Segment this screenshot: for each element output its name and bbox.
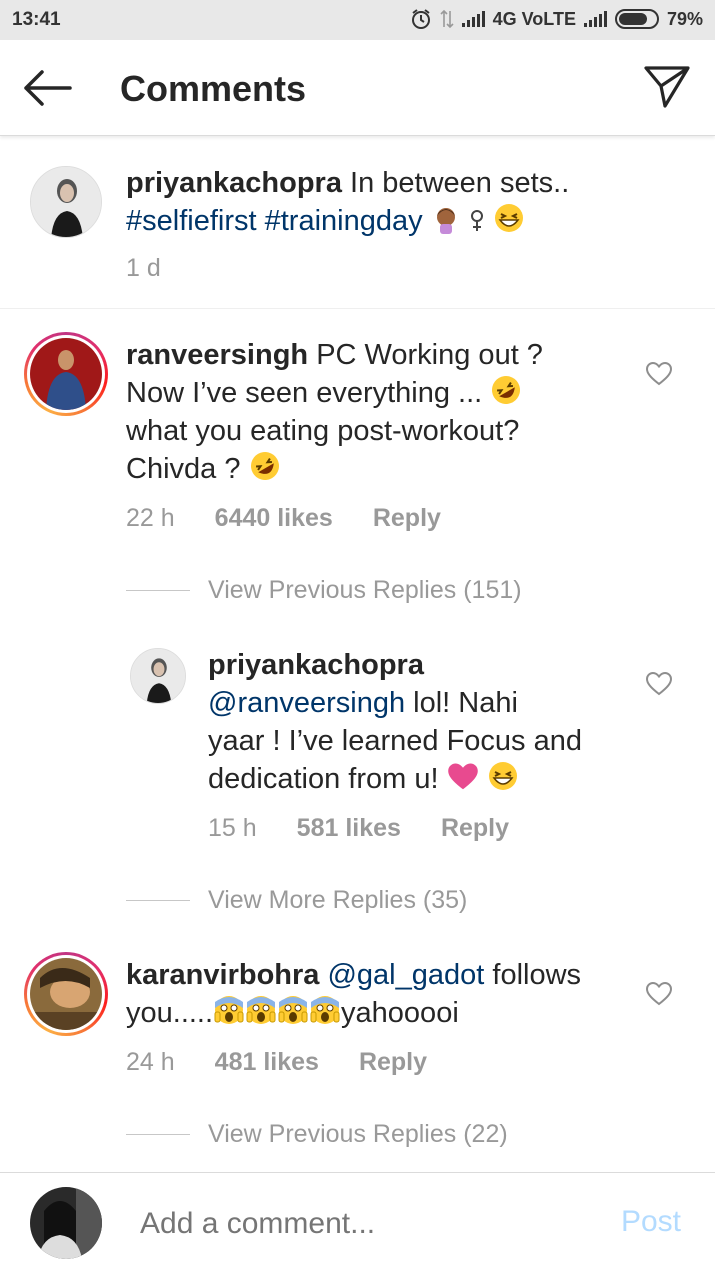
current-user-avatar [30,1187,102,1259]
comment-text-ranveersingh: ranveersingh PC Working out ? Now I’ve s… [126,336,626,488]
screaming-face-emoji-icon [278,996,308,1024]
back-arrow-icon[interactable] [20,68,74,108]
signal-strength-icon-2 [583,11,607,27]
comment-composer: Post [0,1172,715,1271]
screaming-face-emoji-icon [246,996,276,1024]
status-bar: 13:41 4G VoLTE 79% [0,0,715,40]
status-time: 13:41 [12,9,61,30]
view-replies-label: View More Replies (35) [208,886,468,914]
comment-line: what you eating post-workout? [126,415,520,447]
rolling-laughing-emoji-icon [492,376,521,404]
reply-button[interactable]: Reply [373,504,441,533]
like-heart-icon[interactable] [646,672,672,696]
comment-line: yaar ! I’ve learned Focus and [208,725,582,757]
replies-line [126,900,190,901]
comment-username[interactable]: ranveersingh [126,339,308,371]
caption-timestamp: 1 d [126,254,161,282]
caption-divider [0,308,715,309]
post-button[interactable]: Post [621,1205,681,1239]
profile-photo-icon [30,1187,102,1259]
caption-hashtags[interactable]: #selfiefirst #trainingday [126,205,423,237]
comment-username[interactable]: priyankachopra [208,649,424,681]
view-replies-button[interactable]: View Previous Replies (151) [126,576,522,605]
comment-meta: 15 h 581 likes Reply [208,814,509,843]
reply-button[interactable]: Reply [441,814,509,843]
caption-username[interactable]: priyankachopra [126,167,342,199]
page-title: Comments [120,68,307,109]
header-bar: Comments [0,40,715,136]
comment-timestamp: 22 h [126,504,175,532]
comment-likes[interactable]: 6440 likes [215,504,333,533]
view-replies-label: View Previous Replies (22) [208,1120,508,1148]
comment-line: Chivda ? [126,453,241,485]
comment-timestamp: 24 h [126,1048,175,1076]
view-replies-button[interactable]: View Previous Replies (22) [126,1120,508,1149]
grinning-squinting-emoji-icon [488,762,517,790]
reply-avatar-priyankachopra[interactable] [130,648,186,704]
comment-text-karanvirbohra: karanvirbohra @gal_gadot follows you....… [126,956,626,1032]
reply-button[interactable]: Reply [359,1048,427,1077]
person-facepalming-emoji-icon [436,208,455,234]
pink-heart-emoji-icon [447,763,478,790]
profile-photo-icon [131,649,185,703]
comment-line: you..... [126,997,214,1029]
comment-line: PC Working out ? [316,339,543,371]
data-transfer-icon [440,9,454,29]
comment-timestamp: 15 h [208,814,257,842]
comment-line: dedication from u! [208,763,439,795]
like-heart-icon[interactable] [646,982,672,1006]
mention-link[interactable]: @gal_gadot [327,959,484,991]
comment-meta: 24 h 481 likes Reply [126,1048,427,1077]
caption-body: In between sets.. [350,167,570,199]
view-replies-label: View Previous Replies (151) [208,576,522,604]
comment-line: lol! Nahi [413,687,518,719]
comment-meta: 22 h 6440 likes Reply [126,504,441,533]
mention-link[interactable]: @ranveersingh [208,687,405,719]
screaming-face-emoji-icon [310,996,340,1024]
profile-photo-icon [31,167,101,237]
signal-strength-icon [461,11,485,27]
rolling-laughing-emoji-icon [250,452,279,480]
comment-username[interactable]: karanvirbohra [126,959,319,991]
comment-line: Now I’ve seen everything ... [126,377,483,409]
comment-likes[interactable]: 581 likes [297,814,401,843]
direct-send-icon[interactable] [643,64,691,110]
alarm-icon [411,9,430,29]
caption-text: priyankachopra In between sets.. #selfie… [126,164,686,240]
view-replies-button[interactable]: View More Replies (35) [126,886,467,915]
battery-icon [614,9,659,29]
add-comment-input[interactable] [140,1207,560,1241]
comment-line: follows [492,959,582,991]
comment-likes[interactable]: 481 likes [215,1048,319,1077]
network-type: 4G VoLTE [492,8,576,29]
replies-line [126,590,190,591]
caption-avatar[interactable] [30,166,102,238]
screaming-face-emoji-icon [214,996,244,1024]
caption-meta: 1 d [126,254,161,283]
comment-avatar-karanvirbohra[interactable] [24,952,108,1036]
comment-line: yahooooi [341,997,459,1029]
battery-percent: 79% [666,8,703,29]
comment-avatar-ranveersingh[interactable] [24,332,108,416]
reply-text-priyankachopra: priyankachopra @ranveersingh lol! Nahi y… [208,646,628,798]
female-sign-emoji-icon [470,210,483,231]
grinning-squinting-emoji-icon [494,204,523,232]
replies-line [126,1134,190,1135]
like-heart-icon[interactable] [646,362,672,386]
profile-photo-icon [30,338,102,410]
status-icons: 4G VoLTE 79% [410,8,703,30]
profile-photo-icon [30,958,102,1030]
